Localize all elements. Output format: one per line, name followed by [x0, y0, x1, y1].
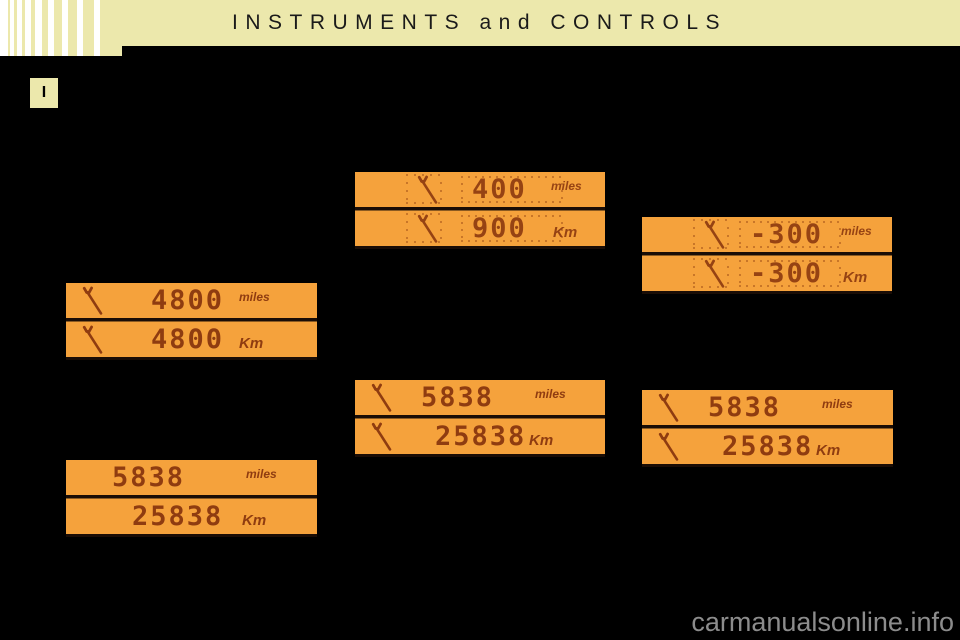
header-stripe-9	[100, 0, 122, 56]
site-watermark: carmanualsonline.info	[691, 606, 954, 637]
header-stripe-decoration	[0, 0, 122, 56]
lcd-unit-label: miles	[822, 397, 853, 411]
lcd-unit-label: Km	[816, 442, 841, 459]
odometer-only-5838: 5838 miles 25838 Km	[66, 460, 317, 537]
lcd-row-miles: -300 miles	[642, 217, 892, 252]
lcd-row-content: 400 miles	[355, 172, 605, 207]
lcd-row-content: -300 miles	[642, 217, 892, 252]
header-stripe-8	[83, 0, 94, 56]
wrench-icon	[413, 213, 443, 244]
lcd-unit-label: miles	[246, 467, 277, 481]
lcd-row-miles: 5838 miles	[642, 390, 893, 425]
section-tab-chapter-marker: I	[30, 78, 58, 108]
lcd-unit-label: miles	[841, 224, 872, 238]
lcd-row-content: 25838 Km	[642, 429, 893, 464]
header-stripe-2	[14, 0, 17, 56]
lcd-row-miles: 5838 miles	[66, 460, 317, 495]
wrench-icon	[700, 219, 730, 250]
header-stripe-7	[68, 0, 77, 56]
wrench-icon	[367, 421, 397, 452]
header-stripe-4	[31, 0, 35, 56]
lcd-row-content: 5838 miles	[66, 460, 317, 495]
lcd-unit-label: miles	[535, 387, 566, 401]
lcd-value: 5838	[112, 462, 186, 493]
page-title: INSTRUMENTS and CONTROLS	[232, 11, 728, 34]
lcd-row-content: 5838 miles	[642, 390, 893, 425]
lcd-row-content: 4800 Km	[66, 322, 317, 357]
lcd-row-kilometres: 25838 Km	[66, 498, 317, 534]
lcd-row-content: 4800 miles	[66, 283, 317, 318]
odometer-with-service-indicator-5838: 5838 miles 25838 Km	[355, 380, 605, 457]
header-stripe-5	[42, 0, 48, 56]
wrench-icon	[654, 392, 684, 423]
lcd-row-content: 900 Km	[355, 211, 605, 246]
service-due-400-miles-blinking: 400 miles 900 Km	[355, 172, 605, 249]
service-interval-4800: 4800 miles 4800 Km	[66, 283, 317, 360]
odometer-with-service-indicator-5838-right: 5838 miles 25838 Km	[642, 390, 893, 467]
lcd-row-content: 25838 Km	[66, 499, 317, 534]
lcd-value: 400	[472, 174, 527, 205]
lcd-value: 25838	[435, 421, 527, 452]
lcd-row-kilometres: -300 Km	[642, 255, 892, 291]
lcd-value: -300	[750, 219, 824, 250]
lcd-row-kilometres: 25838 Km	[355, 418, 605, 454]
lcd-value: 900	[472, 213, 527, 244]
lcd-unit-label: Km	[843, 269, 868, 286]
lcd-unit-label: miles	[551, 179, 582, 193]
lcd-value: -300	[750, 258, 824, 289]
lcd-value: 25838	[722, 431, 814, 462]
lcd-value: 25838	[132, 501, 224, 532]
lcd-row-content: 5838 miles	[355, 380, 605, 415]
wrench-icon	[413, 174, 443, 205]
wrench-icon	[700, 258, 730, 289]
lcd-value: 4800	[151, 285, 225, 316]
lcd-row-miles: 5838 miles	[355, 380, 605, 415]
lcd-row-miles: 4800 miles	[66, 283, 317, 318]
lcd-unit-label: Km	[529, 432, 554, 449]
header-stripe-1	[8, 0, 10, 56]
wrench-icon	[78, 324, 108, 355]
section-tab-label: I	[41, 84, 47, 101]
header-stripe-6	[54, 0, 62, 56]
lcd-row-content: 25838 Km	[355, 419, 605, 454]
wrench-icon	[78, 285, 108, 316]
lcd-row-kilometres: 4800 Km	[66, 321, 317, 357]
lcd-unit-label: Km	[242, 512, 267, 529]
lcd-value: 5838	[421, 382, 495, 413]
lcd-value: 5838	[708, 392, 782, 423]
lcd-row-kilometres: 25838 Km	[642, 428, 893, 464]
lcd-unit-label: Km	[553, 224, 578, 241]
lcd-unit-label: miles	[239, 290, 270, 304]
lcd-row-kilometres: 900 Km	[355, 210, 605, 246]
lcd-row-miles: 400 miles	[355, 172, 605, 207]
lcd-value: 4800	[151, 324, 225, 355]
wrench-icon	[367, 382, 397, 413]
lcd-row-content: -300 Km	[642, 256, 892, 291]
lcd-unit-label: Km	[239, 335, 264, 352]
header-stripe-3	[22, 0, 25, 56]
service-overdue-minus-300-blinking: -300 miles -300 Km	[642, 217, 892, 294]
wrench-icon	[654, 431, 684, 462]
